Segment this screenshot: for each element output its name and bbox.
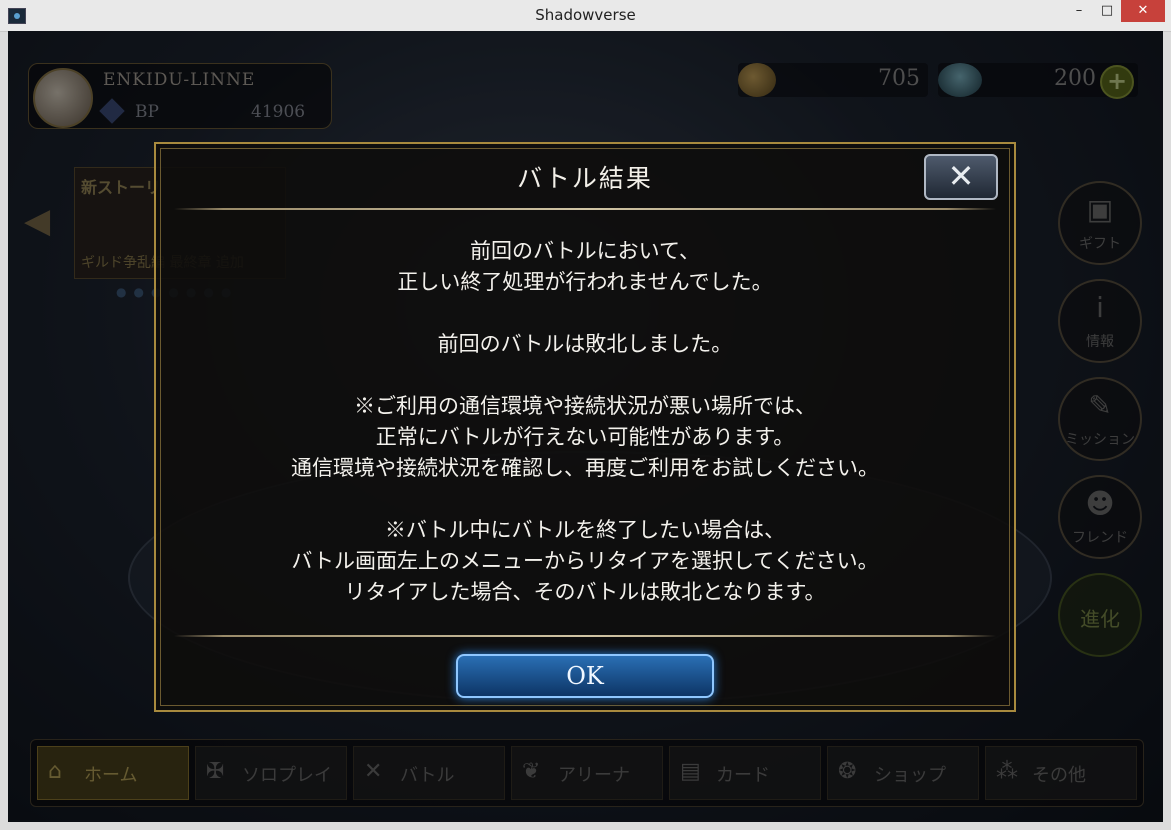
message-line: 正常にバトルが行えない可能性があります。 [375,425,795,449]
dialog-title: バトル結果 [517,164,653,193]
close-button[interactable]: ✕ [924,154,998,200]
message-line: バトル画面左上のメニューからリタイアを選択してください。 [291,549,879,573]
ok-button[interactable]: OK [456,654,714,698]
close-icon: ✕ [947,157,975,195]
minimize-button[interactable]: – [1066,0,1092,22]
message-line: ※ご利用の通信環境や接続状況が悪い場所では、 [354,394,816,418]
message-line: ※バトル中にバトルを終了したい場合は、 [384,518,786,542]
window-title: Shadowverse [535,6,636,24]
message-line: 前回のバトルにおいて、 [470,239,700,263]
window-close-button[interactable]: ✕ [1121,0,1165,22]
dialog-message: 前回のバトルにおいて、 正しい終了処理が行われませんでした。 前回のバトルは敗北… [176,236,994,608]
message-line: 前回のバトルは敗北しました。 [437,332,733,356]
divider [174,208,996,210]
maximize-button[interactable]: □ [1094,0,1120,22]
divider [174,635,996,637]
message-line: 正しい終了処理が行われませんでした。 [397,270,773,294]
message-line: 通信環境や接続状況を確認し、再度ご利用をお試しください。 [291,456,879,480]
window-titlebar: Shadowverse – □ ✕ [0,0,1171,32]
message-line: リタイアした場合、そのバトルは敗北となります。 [344,580,826,604]
battle-result-dialog: バトル結果 ✕ 前回のバトルにおいて、 正しい終了処理が行われませんでした。 前… [154,142,1016,712]
